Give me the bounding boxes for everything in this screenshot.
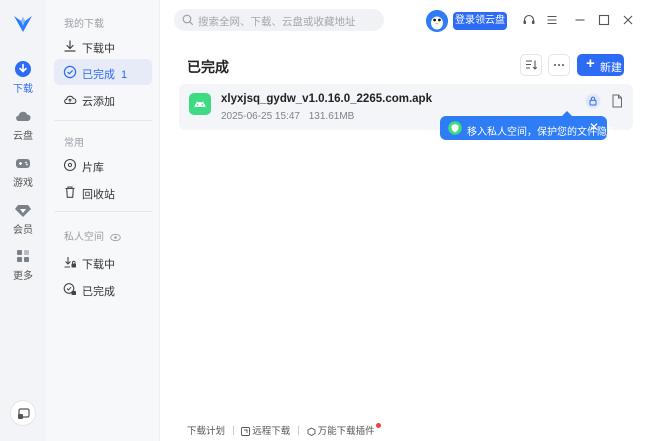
penguin-avatar-icon — [426, 10, 448, 32]
section-title-private: 私人空间 — [64, 228, 121, 243]
android-icon — [189, 93, 211, 115]
check-lock-icon — [63, 283, 76, 295]
rail-label: 下载 — [13, 84, 33, 95]
notification-dot — [375, 423, 381, 428]
section-title-common: 常用 — [64, 138, 84, 149]
file-size: 131.61MB — [308, 111, 355, 122]
sort-icon — [526, 60, 538, 70]
new-task-button[interactable]: + 新建 — [577, 54, 624, 76]
download-lock-icon — [64, 257, 76, 268]
sidebar-item-recycle-bin[interactable]: 回收站 — [54, 179, 152, 205]
file-name: xlyxjsq_gydw_v1.0.16.0_2265.com.apk — [221, 93, 432, 105]
app-logo — [14, 16, 32, 32]
download-plan-link[interactable]: 下载计划 — [187, 423, 225, 437]
gamepad-icon — [16, 159, 30, 168]
plugin-icon — [307, 427, 316, 437]
window-icon — [18, 408, 30, 419]
rail-label: 云盘 — [13, 131, 33, 142]
maximize-icon[interactable] — [597, 13, 611, 27]
mini-mode-button[interactable] — [10, 400, 36, 426]
private-space-tooltip: 移入私人空间，保护您的文件隐私 ✕ — [440, 111, 617, 140]
divider — [297, 425, 299, 435]
file-icon[interactable] — [609, 93, 625, 109]
main-panel: 搜索全网、下载、云盘或收藏地址 登录领云盘 已完成 + 新建 xlyxjsq_g… — [160, 0, 650, 441]
file-time: 2025-06-25 15:47 — [221, 111, 300, 122]
login-button[interactable]: 登录领云盘 — [453, 12, 507, 30]
sidebar-item-label: 已完成 — [82, 286, 115, 298]
rail-item-more[interactable]: 更多 — [0, 247, 46, 291]
rail-label: 会员 — [13, 225, 33, 236]
shield-icon — [448, 121, 462, 135]
nav-rail: 下载 云盘 游戏 会员 更多 — [0, 0, 46, 441]
sidebar-item-label: 片库 — [82, 162, 104, 174]
footer-bar: 下载计划 远程下载 万能下载插件 — [187, 423, 381, 437]
film-reel-icon — [63, 158, 77, 172]
rail-item-cloud[interactable]: 云盘 — [0, 107, 46, 151]
sidebar-item-private-downloading[interactable]: 下载中 — [54, 249, 152, 275]
close-icon[interactable] — [621, 13, 635, 27]
file-meta: 2025-06-25 15:47 131.61MB — [221, 111, 360, 122]
remote-download-link[interactable]: 远程下载 — [241, 423, 290, 437]
menu-icon[interactable] — [545, 13, 559, 27]
section-title-my-downloads: 我的下载 — [64, 19, 104, 30]
new-task-label: 新建 — [600, 62, 622, 74]
rail-label: 更多 — [13, 271, 33, 282]
divider — [232, 425, 234, 435]
grid-icon — [17, 250, 29, 262]
sort-button[interactable] — [520, 54, 542, 76]
plugin-link[interactable]: 万能下载插件 — [307, 423, 381, 437]
sidebar-item-label: 云添加 — [82, 96, 115, 108]
sidebar: 我的下载 下载中 已完成 1 云添加 常用 片库 回收站 私人空间 下载中 已完… — [46, 0, 160, 441]
remote-icon — [241, 427, 251, 436]
sidebar-item-label: 下载中 — [82, 43, 115, 55]
sidebar-item-private-completed[interactable]: 已完成 — [54, 276, 152, 302]
rail-item-download[interactable]: 下载 — [0, 60, 46, 104]
trash-icon — [65, 186, 75, 198]
divider — [54, 211, 152, 212]
cloud-icon — [16, 111, 31, 122]
private-space-label: 私人空间 — [64, 232, 104, 243]
sidebar-item-completed[interactable]: 已完成 1 — [54, 59, 152, 85]
ellipsis-icon — [554, 64, 564, 66]
eye-icon[interactable] — [110, 233, 121, 242]
search-placeholder: 搜索全网、下载、云盘或收藏地址 — [198, 16, 356, 28]
divider — [54, 120, 152, 121]
download-icon — [15, 61, 31, 77]
headset-icon[interactable] — [522, 13, 536, 27]
sidebar-item-cloud-add[interactable]: 云添加 — [54, 86, 152, 112]
tooltip-close-icon[interactable]: ✕ — [589, 120, 599, 134]
completed-count: 1 — [121, 69, 128, 81]
rail-item-vip[interactable]: 会员 — [0, 201, 46, 245]
download-arrow-icon — [64, 40, 76, 52]
rail-item-games[interactable]: 游戏 — [0, 154, 46, 198]
more-options-button[interactable] — [548, 54, 570, 76]
avatar[interactable] — [426, 10, 448, 32]
check-circle-icon — [63, 65, 77, 79]
plugin-label: 万能下载插件 — [317, 426, 375, 437]
minimize-icon[interactable] — [573, 13, 587, 27]
diamond-icon — [15, 205, 31, 217]
rail-label: 游戏 — [13, 178, 33, 189]
cloud-upload-icon — [64, 95, 77, 105]
plus-icon: + — [586, 55, 595, 72]
sidebar-item-library[interactable]: 片库 — [54, 152, 152, 178]
sidebar-item-downloading[interactable]: 下载中 — [54, 33, 152, 59]
page-title: 已完成 — [187, 59, 229, 75]
sidebar-item-label: 下载中 — [82, 259, 115, 271]
sidebar-item-label: 已完成 — [82, 69, 115, 81]
sidebar-item-label: 回收站 — [82, 189, 115, 201]
search-icon — [182, 14, 194, 26]
remote-download-label: 远程下载 — [252, 426, 291, 437]
search-input[interactable]: 搜索全网、下载、云盘或收藏地址 — [174, 9, 384, 31]
lock-move-icon[interactable] — [585, 93, 601, 109]
